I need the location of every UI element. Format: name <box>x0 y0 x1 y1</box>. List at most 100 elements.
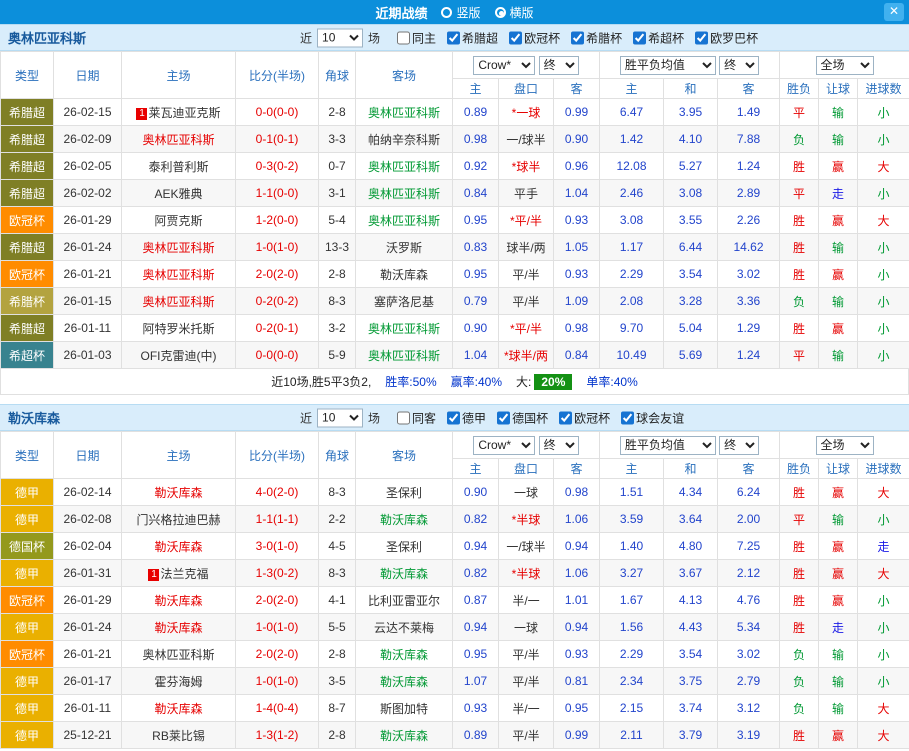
filter-checkbox[interactable]: 欧罗巴杯 <box>695 29 758 46</box>
home-team: 奥林匹亚科斯 <box>121 260 236 288</box>
euro-home-odds: 1.56 <box>599 613 664 641</box>
type-badge: 德甲 <box>0 478 54 506</box>
euro-away-odds: 2.79 <box>716 667 781 695</box>
recent-count-select[interactable]: 10 <box>317 28 364 47</box>
euro-away-odds: 2.00 <box>716 505 781 533</box>
goals-result-cell: 大 <box>857 721 909 749</box>
odds-company-select[interactable]: Crow* <box>473 55 536 75</box>
away-team: 勒沃库森 <box>355 640 453 668</box>
filter-checkbox[interactable]: 德国杯 <box>497 409 548 426</box>
filter-checkbox-input[interactable] <box>397 31 411 44</box>
corner-cell: 2-8 <box>318 640 356 668</box>
filter-checkbox-input[interactable] <box>397 411 411 424</box>
filter-checkbox-input[interactable] <box>633 31 647 44</box>
corner-cell: 2-8 <box>318 260 356 288</box>
filter-checkbox[interactable]: 德甲 <box>447 409 486 426</box>
filter-checkbox-input[interactable] <box>497 411 511 424</box>
col-header: 日期 <box>53 51 122 99</box>
filter-checkbox[interactable]: 球会友谊 <box>621 409 684 426</box>
away-team: 圣保利 <box>355 532 453 560</box>
europe-odds-select[interactable]: 胜平负均值 <box>619 435 716 455</box>
euro-draw-odds: 3.54 <box>663 640 718 668</box>
odds-time-select[interactable]: 终 <box>538 435 579 455</box>
match-date: 26-01-24 <box>53 613 122 641</box>
col-header: 客 <box>553 458 600 479</box>
match-row: 德国杯 26-02-04 勒沃库森 3-0(1-0) 4-5 圣保利 0.94 一/球半 0.9… <box>0 532 909 560</box>
radio-horizontal[interactable]: 横版 <box>494 4 534 21</box>
score-cell: 0-1(0-1) <box>235 125 319 153</box>
handicap-result-cell: 赢 <box>818 478 859 506</box>
away-team: 勒沃库森 <box>355 721 453 749</box>
filter-checkbox[interactable]: 希超杯 <box>633 29 684 46</box>
euro-away-odds: 3.19 <box>716 721 781 749</box>
ah-away-odds: 0.99 <box>553 721 600 749</box>
goals-result-cell: 小 <box>857 341 909 369</box>
type-badge: 德甲 <box>0 559 54 587</box>
corner-cell: 8-3 <box>318 559 356 587</box>
rank-badge: 1 <box>148 568 160 581</box>
euro-away-odds: 2.12 <box>716 559 781 587</box>
col-header: 盘口 <box>498 458 554 479</box>
odds-company-select[interactable]: Crow* <box>473 435 536 455</box>
filter-checkbox[interactable]: 同客 <box>397 409 436 426</box>
home-team: 勒沃库森 <box>121 532 236 560</box>
match-date: 26-01-21 <box>53 640 122 668</box>
score-cell: 1-3(1-2) <box>235 721 319 749</box>
filter-checkbox-input[interactable] <box>571 31 585 44</box>
handicap-cell: 平/半 <box>498 721 554 749</box>
match-row: 德甲 26-01-31 1 法兰克福 1-3(0-2) 8-3 勒沃库森 0.82 *半球 1.0… <box>0 559 909 587</box>
results-table: 类型 日期 主场 比分(半场) 角球 客场 Crow* 终 胜平负均值 终 全场… <box>0 431 909 749</box>
filter-checkbox[interactable]: 欧冠杯 <box>559 409 610 426</box>
handicap-cell: 平手 <box>498 179 554 207</box>
radio-vertical[interactable]: 竖版 <box>441 4 481 21</box>
recent-count-select[interactable]: 10 <box>317 408 364 427</box>
summary-row: 近10场,胜5平3负2, 胜率:50% 赢率:40% 大: 20% 单率:40% <box>0 369 909 395</box>
europe-time-select[interactable]: 终 <box>719 435 760 455</box>
score-cell: 1-0(1-0) <box>235 233 319 261</box>
euro-away-odds: 3.12 <box>716 694 781 722</box>
euro-draw-odds: 4.10 <box>663 125 718 153</box>
ah-home-odds: 0.94 <box>452 613 499 641</box>
filter-checkbox-input[interactable] <box>447 31 461 44</box>
league-filters: 同客 德甲 德国杯 欧冠杯 球会友谊 <box>397 409 684 426</box>
filter-checkbox[interactable]: 希腊超 <box>447 29 498 46</box>
filter-checkbox[interactable]: 希腊杯 <box>571 29 622 46</box>
ah-home-odds: 0.93 <box>452 694 499 722</box>
away-team: 比利亚雷亚尔 <box>355 586 453 614</box>
match-date: 26-01-11 <box>53 314 122 342</box>
filter-checkbox-input[interactable] <box>559 411 573 424</box>
match-row: 德甲 26-01-17 霍芬海姆 1-0(1-0) 3-5 勒沃库森 1.07 平/半 0.81… <box>0 667 909 695</box>
corner-cell: 4-1 <box>318 586 356 614</box>
odds-time-select[interactable]: 终 <box>538 55 579 75</box>
euro-home-odds: 1.67 <box>599 586 664 614</box>
dialog-title: 近期战绩 <box>375 5 428 21</box>
type-badge: 欧冠杯 <box>0 260 54 288</box>
euro-away-odds: 7.25 <box>716 532 781 560</box>
filter-checkbox-input[interactable] <box>509 31 523 44</box>
europe-time-select[interactable]: 终 <box>719 55 760 75</box>
ah-home-odds: 0.82 <box>452 559 499 587</box>
euro-draw-odds: 3.08 <box>663 179 718 207</box>
close-button[interactable]: ✕ <box>884 3 904 21</box>
scope-select[interactable]: 全场 <box>815 55 874 75</box>
filter-checkbox-input[interactable] <box>447 411 461 424</box>
filter-checkbox-input[interactable] <box>695 31 709 44</box>
euro-home-odds: 6.47 <box>599 98 664 126</box>
radio-vertical-label: 竖版 <box>456 5 481 20</box>
handicap-cell: 球半/两 <box>498 233 554 261</box>
filter-checkbox[interactable]: 同主 <box>397 29 436 46</box>
euro-away-odds: 1.24 <box>716 152 781 180</box>
away-team: 奥林匹亚科斯 <box>355 179 453 207</box>
away-team: 奥林匹亚科斯 <box>355 152 453 180</box>
filter-checkbox[interactable]: 欧冠杯 <box>509 29 560 46</box>
match-date: 26-01-21 <box>53 260 122 288</box>
recent-label: 近 <box>300 411 313 425</box>
filter-checkbox-input[interactable] <box>621 411 635 424</box>
ah-home-odds: 0.94 <box>452 532 499 560</box>
handicap-cell: 半/一 <box>498 694 554 722</box>
europe-odds-select[interactable]: 胜平负均值 <box>619 55 716 75</box>
handicap-result-cell: 赢 <box>818 559 859 587</box>
section-header: 勒沃库森 近 10 场 同客 德甲 德国杯 欧冠杯 球会友谊 <box>0 404 909 431</box>
score-cell: 0-2(0-1) <box>235 314 319 342</box>
scope-select[interactable]: 全场 <box>815 435 874 455</box>
